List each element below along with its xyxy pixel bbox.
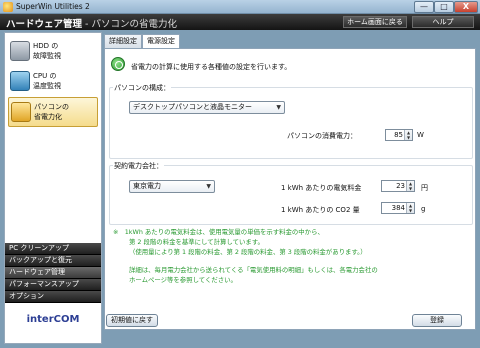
pc-config-label: パソコンの構成： <box>113 83 171 93</box>
sidebar-item-cpu[interactable]: CPU の 温度監視 <box>8 67 98 97</box>
spin-arrows-icon[interactable]: ▲ ▼ <box>406 181 414 191</box>
brand-logo: interCOM <box>26 314 80 325</box>
close-button[interactable]: X <box>454 1 478 13</box>
intro-text: 省電力の計算に使用する各種値の設定を行います。 <box>131 63 292 71</box>
pc-config-value: デスクトップパソコンと液晶モニター <box>133 103 252 111</box>
note-line: （使用量により第 1 段階の料金、第 2 段階の料金、第 3 段階の料金がありま… <box>129 248 367 256</box>
category-menu: PC クリーンアップ バックアップと復元 ハードウェア管理 パフォーマンスアップ… <box>5 243 101 303</box>
co2-stepper[interactable]: 384 ▲ ▼ <box>381 202 415 214</box>
note-line: ※ 1kWh あたりの電気料金は、使用電気量の単価を示す料金の中から、 <box>113 228 324 236</box>
note-line: 第 2 段階の料金を基準にして計算しています。 <box>129 238 264 246</box>
sidebar: HDD の 故障監視 CPU の 温度監視 パソコンの 省電力化 PC クリーン… <box>4 32 102 344</box>
menu-item-options[interactable]: オプション <box>5 291 101 303</box>
menu-item-performance[interactable]: パフォーマンスアップ <box>5 279 101 291</box>
co2-unit: g <box>421 205 426 213</box>
home-button[interactable]: ホーム画面に戻る <box>343 16 407 28</box>
pc-power-stepper[interactable]: 85 ▲ ▼ <box>385 129 413 141</box>
app-icon <box>3 2 13 12</box>
minimize-button[interactable]: — <box>414 1 434 13</box>
tab-advanced-settings[interactable]: 詳細設定 <box>104 34 142 48</box>
pc-power-label: パソコンの消費電力： <box>287 132 357 140</box>
window-title: SuperWin Utilities 2 <box>16 2 90 11</box>
tab-power-settings[interactable]: 電源設定 <box>142 34 180 49</box>
pc-icon <box>11 102 31 122</box>
maximize-button[interactable]: □ <box>434 1 454 13</box>
menu-item-backup[interactable]: バックアップと復元 <box>5 255 101 267</box>
note-line: 詳細は、毎月電力会社から送られてくる「電気使用料の明細」もしくは、各電力会社の <box>129 266 378 274</box>
power-company-value: 東京電力 <box>133 182 161 190</box>
pc-config-select[interactable]: デスクトップパソコンと液晶モニター ▼ <box>129 101 285 114</box>
sidebar-item-hdd[interactable]: HDD の 故障監視 <box>8 37 98 67</box>
sidebar-item-power-saving[interactable]: パソコンの 省電力化 <box>8 97 98 127</box>
settings-panel: 省電力の計算に使用する各種値の設定を行います。 パソコンの構成： デスクトップパ… <box>104 48 476 330</box>
chevron-down-icon: ▼ <box>276 104 281 111</box>
spin-arrows-icon[interactable]: ▲ ▼ <box>406 203 414 213</box>
sidebar-item-label: パソコンの 省電力化 <box>34 103 69 121</box>
rate-label: 1 kWh あたりの電気料金 <box>281 184 362 192</box>
register-button[interactable]: 登録 <box>412 314 462 327</box>
chevron-down-icon: ▼ <box>206 183 211 190</box>
menu-item-pc-cleanup[interactable]: PC クリーンアップ <box>5 243 101 255</box>
pc-config-group <box>109 87 473 159</box>
menu-item-hardware[interactable]: ハードウェア管理 <box>5 267 101 279</box>
page-title-main: ハードウェア管理 <box>6 19 83 30</box>
co2-label: 1 kWh あたりの CO2 量 <box>281 206 360 214</box>
power-saving-icon <box>111 57 125 71</box>
tab-bar: 詳細設定 電源設定 <box>104 34 476 49</box>
sidebar-item-label: HDD の 故障監視 <box>33 42 61 60</box>
power-company-label: 契約電力会社： <box>113 161 164 171</box>
co2-value: 384 <box>391 204 405 212</box>
page-subtitle: - パソコンの省電力化 <box>82 19 177 30</box>
hdd-icon <box>10 41 30 61</box>
spin-arrows-icon[interactable]: ▲ ▼ <box>404 130 412 140</box>
reset-defaults-button[interactable]: 初期値に戻す <box>106 314 158 327</box>
rate-value: 23 <box>396 182 405 190</box>
title-bar: SuperWin Utilities 2 — □ X <box>0 0 480 14</box>
power-company-group <box>109 165 473 225</box>
sidebar-item-label: CPU の 温度監視 <box>33 72 61 90</box>
pc-power-unit: W <box>417 131 424 139</box>
rate-unit: 円 <box>421 184 428 192</box>
pc-power-value: 85 <box>394 131 403 139</box>
note-line: ホームページ等を参照してください。 <box>129 276 237 284</box>
rate-stepper[interactable]: 23 ▲ ▼ <box>381 180 415 192</box>
help-button[interactable]: ヘルプ <box>412 16 474 28</box>
power-company-select[interactable]: 東京電力 ▼ <box>129 180 215 193</box>
page-title: ハードウェア管理 - パソコンの省電力化 <box>6 16 177 30</box>
cpu-icon <box>10 71 30 91</box>
header-bar: ハードウェア管理 - パソコンの省電力化 ホーム画面に戻る ヘルプ <box>0 14 480 30</box>
